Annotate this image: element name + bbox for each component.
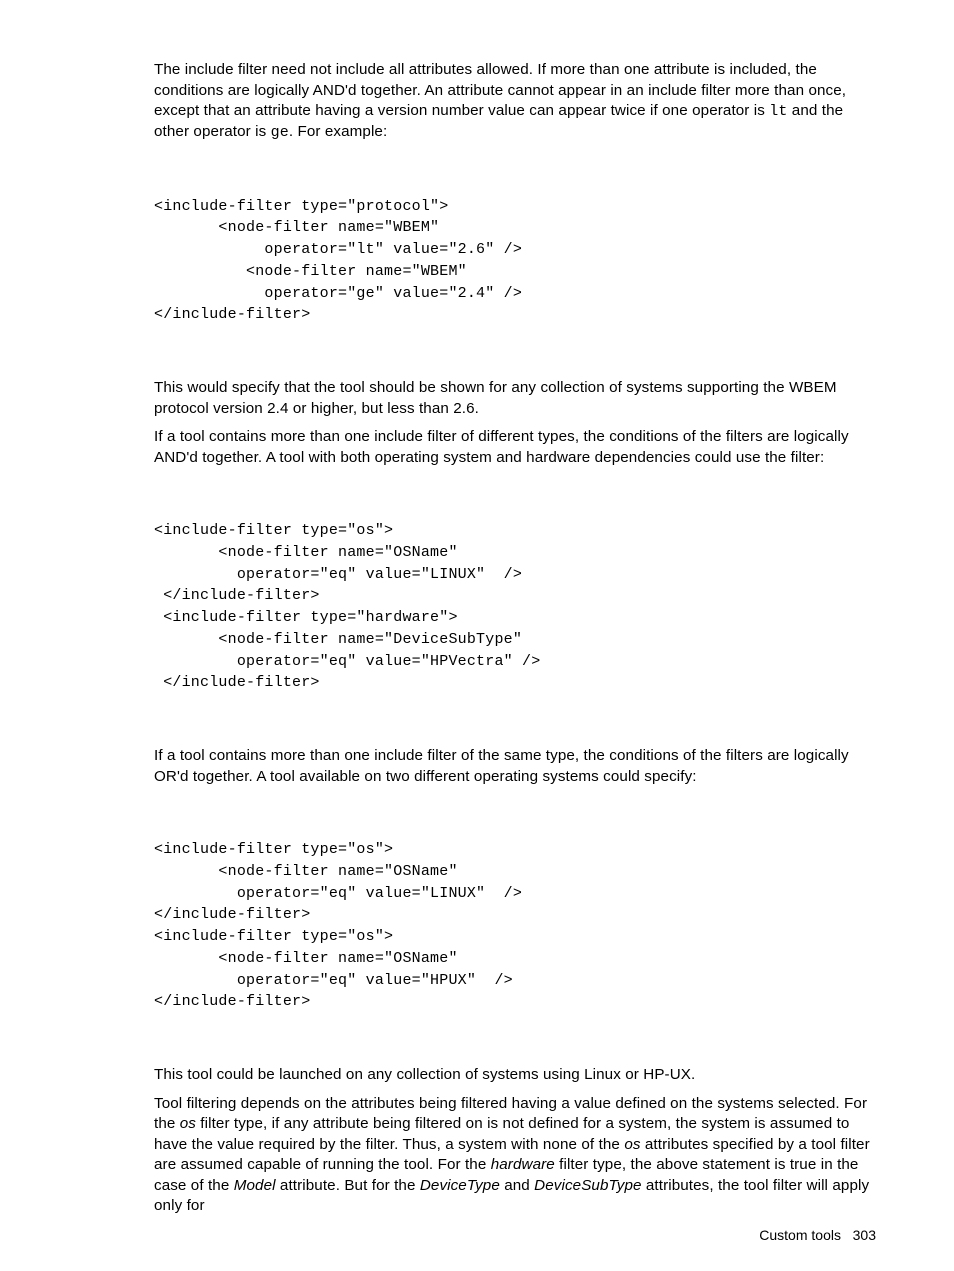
document-page: The include filter need not include all … (0, 0, 954, 1271)
text: The include filter need not include all … (154, 61, 846, 119)
code-block-2: <include-filter type="os"> <node-filter … (154, 520, 876, 694)
paragraph-3: If a tool contains more than one include… (154, 427, 876, 468)
paragraph-5: This tool could be launched on any colle… (154, 1065, 876, 1086)
code-block-3: <include-filter type="os"> <node-filter … (154, 839, 876, 1013)
italic-devicesubtype: DeviceSubType (534, 1177, 641, 1194)
text: attribute. But for the (276, 1177, 420, 1194)
footer-page-number: 303 (853, 1227, 876, 1243)
italic-devicetype: DeviceType (420, 1177, 500, 1194)
text: . For example: (289, 123, 387, 140)
paragraph-4: If a tool contains more than one include… (154, 746, 876, 787)
code-block-1: <include-filter type="protocol"> <node-f… (154, 196, 876, 327)
inline-code-ge: ge (271, 124, 289, 141)
inline-code-lt: lt (769, 103, 787, 120)
italic-os: os (180, 1115, 196, 1132)
footer-section-label: Custom tools (759, 1227, 841, 1243)
text: and (500, 1177, 534, 1194)
page-footer: Custom tools 303 (759, 1227, 876, 1243)
paragraph-2: This would specify that the tool should … (154, 378, 876, 419)
italic-os: os (624, 1136, 640, 1153)
paragraph-6: Tool filtering depends on the attributes… (154, 1094, 876, 1217)
italic-hardware: hardware (491, 1156, 555, 1173)
paragraph-1: The include filter need not include all … (154, 60, 876, 144)
italic-model: Model (234, 1177, 276, 1194)
